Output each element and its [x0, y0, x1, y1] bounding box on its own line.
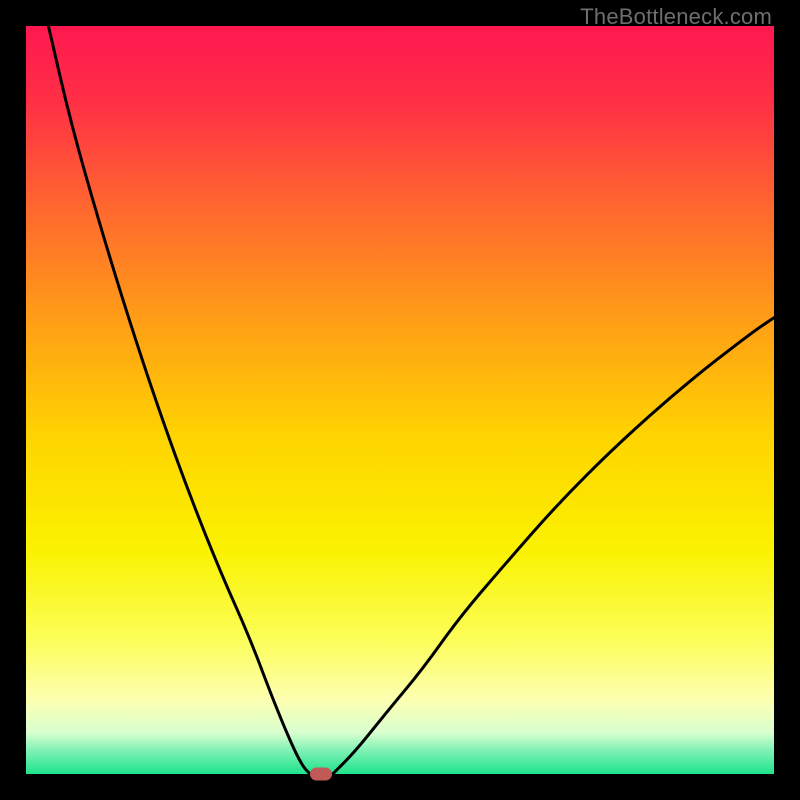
chart-frame: TheBottleneck.com [0, 0, 800, 800]
minimum-marker [310, 768, 332, 781]
plot-area [26, 26, 774, 774]
watermark-text: TheBottleneck.com [580, 4, 772, 30]
bottleneck-curve [26, 26, 774, 774]
